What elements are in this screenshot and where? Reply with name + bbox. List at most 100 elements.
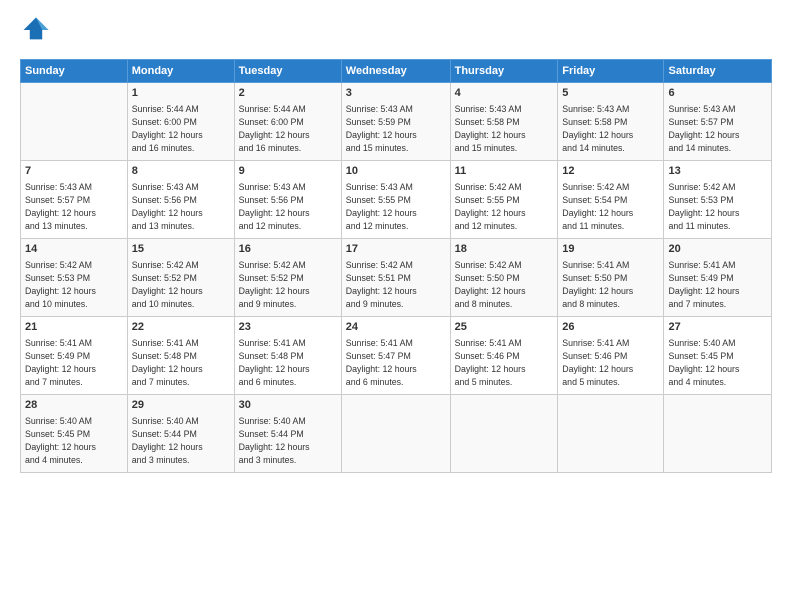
- day-number: 2: [239, 86, 337, 101]
- calendar-cell: 27 Sunrise: 5:40 AM Sunset: 5:45 PM Dayli…: [664, 317, 772, 395]
- day-number: 14: [25, 242, 123, 257]
- day-number: 30: [239, 398, 337, 413]
- weekday-header-sunday: Sunday: [21, 60, 128, 83]
- day-number: 27: [668, 320, 767, 335]
- weekday-header-monday: Monday: [127, 60, 234, 83]
- day-info: Sunrise: 5:42 AM Sunset: 5:53 PM Dayligh…: [25, 259, 123, 310]
- day-number: 11: [455, 164, 554, 179]
- calendar-cell: 8 Sunrise: 5:43 AM Sunset: 5:56 PM Daylig…: [127, 161, 234, 239]
- calendar-cell: 2 Sunrise: 5:44 AM Sunset: 6:00 PM Daylig…: [234, 83, 341, 161]
- calendar-cell: [341, 395, 450, 473]
- day-number: 23: [239, 320, 337, 335]
- day-info: Sunrise: 5:44 AM Sunset: 6:00 PM Dayligh…: [132, 103, 230, 154]
- day-number: 3: [346, 86, 446, 101]
- calendar-cell: 17 Sunrise: 5:42 AM Sunset: 5:51 PM Dayli…: [341, 239, 450, 317]
- day-number: 18: [455, 242, 554, 257]
- day-info: Sunrise: 5:43 AM Sunset: 5:58 PM Dayligh…: [455, 103, 554, 154]
- day-info: Sunrise: 5:42 AM Sunset: 5:53 PM Dayligh…: [668, 181, 767, 232]
- day-info: Sunrise: 5:42 AM Sunset: 5:51 PM Dayligh…: [346, 259, 446, 310]
- day-number: 19: [562, 242, 659, 257]
- calendar-cell: [450, 395, 558, 473]
- calendar-cell: 21 Sunrise: 5:41 AM Sunset: 5:49 PM Dayli…: [21, 317, 128, 395]
- calendar-cell: 30 Sunrise: 5:40 AM Sunset: 5:44 PM Dayli…: [234, 395, 341, 473]
- calendar-cell: 9 Sunrise: 5:43 AM Sunset: 5:56 PM Daylig…: [234, 161, 341, 239]
- calendar-cell: [558, 395, 664, 473]
- day-info: Sunrise: 5:42 AM Sunset: 5:52 PM Dayligh…: [239, 259, 337, 310]
- calendar-cell: 26 Sunrise: 5:41 AM Sunset: 5:46 PM Dayli…: [558, 317, 664, 395]
- calendar-cell: [664, 395, 772, 473]
- day-number: 4: [455, 86, 554, 101]
- day-info: Sunrise: 5:40 AM Sunset: 5:44 PM Dayligh…: [132, 415, 230, 466]
- day-number: 15: [132, 242, 230, 257]
- weekday-header-thursday: Thursday: [450, 60, 558, 83]
- calendar-cell: 14 Sunrise: 5:42 AM Sunset: 5:53 PM Dayli…: [21, 239, 128, 317]
- calendar-cell: 25Sunrise: 5:41 AM Sunset: 5:46 PM Dayli…: [450, 317, 558, 395]
- header: [20, 16, 772, 49]
- day-number: 7: [25, 164, 123, 179]
- day-info: Sunrise: 5:42 AM Sunset: 5:52 PM Dayligh…: [132, 259, 230, 310]
- day-number: 29: [132, 398, 230, 413]
- calendar-cell: 22Sunrise: 5:41 AM Sunset: 5:48 PM Dayli…: [127, 317, 234, 395]
- weekday-header-wednesday: Wednesday: [341, 60, 450, 83]
- day-info: Sunrise: 5:43 AM Sunset: 5:56 PM Dayligh…: [132, 181, 230, 232]
- day-info: Sunrise: 5:40 AM Sunset: 5:44 PM Dayligh…: [239, 415, 337, 466]
- day-info: Sunrise: 5:43 AM Sunset: 5:57 PM Dayligh…: [25, 181, 123, 232]
- calendar-table: SundayMondayTuesdayWednesdayThursdayFrid…: [20, 59, 772, 473]
- day-info: Sunrise: 5:41 AM Sunset: 5:49 PM Dayligh…: [668, 259, 767, 310]
- calendar-cell: 11Sunrise: 5:42 AM Sunset: 5:55 PM Dayli…: [450, 161, 558, 239]
- logo: [20, 16, 54, 49]
- day-number: 9: [239, 164, 337, 179]
- day-info: Sunrise: 5:41 AM Sunset: 5:47 PM Dayligh…: [346, 337, 446, 388]
- day-number: 6: [668, 86, 767, 101]
- day-info: Sunrise: 5:41 AM Sunset: 5:46 PM Dayligh…: [455, 337, 554, 388]
- calendar-week-2: 14 Sunrise: 5:42 AM Sunset: 5:53 PM Dayli…: [21, 239, 772, 317]
- day-number: 16: [239, 242, 337, 257]
- weekday-row: SundayMondayTuesdayWednesdayThursdayFrid…: [21, 60, 772, 83]
- calendar-cell: 6Sunrise: 5:43 AM Sunset: 5:57 PM Daylig…: [664, 83, 772, 161]
- day-number: 24: [346, 320, 446, 335]
- calendar-cell: 3 Sunrise: 5:43 AM Sunset: 5:59 PM Daylig…: [341, 83, 450, 161]
- calendar-week-0: 1Sunrise: 5:44 AM Sunset: 6:00 PM Daylig…: [21, 83, 772, 161]
- day-info: Sunrise: 5:43 AM Sunset: 5:58 PM Dayligh…: [562, 103, 659, 154]
- calendar-week-3: 21 Sunrise: 5:41 AM Sunset: 5:49 PM Dayli…: [21, 317, 772, 395]
- calendar-cell: 10 Sunrise: 5:43 AM Sunset: 5:55 PM Dayli…: [341, 161, 450, 239]
- day-number: 13: [668, 164, 767, 179]
- day-info: Sunrise: 5:40 AM Sunset: 5:45 PM Dayligh…: [668, 337, 767, 388]
- day-info: Sunrise: 5:44 AM Sunset: 6:00 PM Dayligh…: [239, 103, 337, 154]
- day-info: Sunrise: 5:43 AM Sunset: 5:56 PM Dayligh…: [239, 181, 337, 232]
- day-info: Sunrise: 5:41 AM Sunset: 5:49 PM Dayligh…: [25, 337, 123, 388]
- day-info: Sunrise: 5:42 AM Sunset: 5:54 PM Dayligh…: [562, 181, 659, 232]
- weekday-header-saturday: Saturday: [664, 60, 772, 83]
- day-info: Sunrise: 5:43 AM Sunset: 5:55 PM Dayligh…: [346, 181, 446, 232]
- calendar-cell: 16 Sunrise: 5:42 AM Sunset: 5:52 PM Dayli…: [234, 239, 341, 317]
- day-info: Sunrise: 5:43 AM Sunset: 5:59 PM Dayligh…: [346, 103, 446, 154]
- calendar-week-4: 28Sunrise: 5:40 AM Sunset: 5:45 PM Dayli…: [21, 395, 772, 473]
- day-number: 10: [346, 164, 446, 179]
- day-number: 17: [346, 242, 446, 257]
- weekday-header-friday: Friday: [558, 60, 664, 83]
- calendar-cell: 5 Sunrise: 5:43 AM Sunset: 5:58 PM Daylig…: [558, 83, 664, 161]
- calendar-cell: 24 Sunrise: 5:41 AM Sunset: 5:47 PM Dayli…: [341, 317, 450, 395]
- day-number: 8: [132, 164, 230, 179]
- calendar-cell: 20 Sunrise: 5:41 AM Sunset: 5:49 PM Dayli…: [664, 239, 772, 317]
- calendar-cell: 13 Sunrise: 5:42 AM Sunset: 5:53 PM Dayli…: [664, 161, 772, 239]
- calendar-cell: 12Sunrise: 5:42 AM Sunset: 5:54 PM Dayli…: [558, 161, 664, 239]
- calendar-cell: 1Sunrise: 5:44 AM Sunset: 6:00 PM Daylig…: [127, 83, 234, 161]
- calendar-cell: [21, 83, 128, 161]
- calendar-cell: 15 Sunrise: 5:42 AM Sunset: 5:52 PM Dayli…: [127, 239, 234, 317]
- day-number: 5: [562, 86, 659, 101]
- day-number: 26: [562, 320, 659, 335]
- calendar-cell: 29 Sunrise: 5:40 AM Sunset: 5:44 PM Dayli…: [127, 395, 234, 473]
- logo-icon: [22, 16, 50, 44]
- calendar-body: 1Sunrise: 5:44 AM Sunset: 6:00 PM Daylig…: [21, 83, 772, 473]
- day-number: 21: [25, 320, 123, 335]
- day-number: 22: [132, 320, 230, 335]
- day-info: Sunrise: 5:41 AM Sunset: 5:50 PM Dayligh…: [562, 259, 659, 310]
- day-number: 20: [668, 242, 767, 257]
- day-info: Sunrise: 5:40 AM Sunset: 5:45 PM Dayligh…: [25, 415, 123, 466]
- day-info: Sunrise: 5:41 AM Sunset: 5:46 PM Dayligh…: [562, 337, 659, 388]
- calendar-week-1: 7 Sunrise: 5:43 AM Sunset: 5:57 PM Daylig…: [21, 161, 772, 239]
- calendar-header: SundayMondayTuesdayWednesdayThursdayFrid…: [21, 60, 772, 83]
- calendar-cell: 28Sunrise: 5:40 AM Sunset: 5:45 PM Dayli…: [21, 395, 128, 473]
- calendar-cell: 23Sunrise: 5:41 AM Sunset: 5:48 PM Dayli…: [234, 317, 341, 395]
